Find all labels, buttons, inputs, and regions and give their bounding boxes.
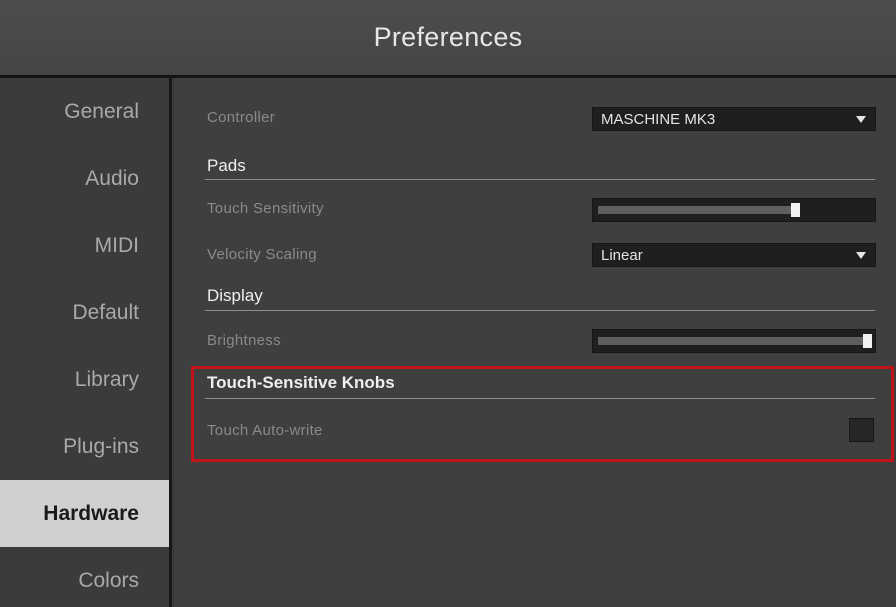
slider-fill — [598, 337, 863, 345]
touch-auto-write-checkbox[interactable] — [849, 418, 874, 442]
brightness-slider[interactable] — [592, 329, 876, 353]
sidebar-item-midi[interactable]: MIDI — [0, 212, 169, 279]
preferences-window: Preferences General Audio MIDI Default L… — [0, 0, 896, 607]
hardware-settings-panel: Controller MASCHINE MK3 Pads Touch Sensi… — [175, 78, 896, 607]
sidebar-item-audio[interactable]: Audio — [0, 145, 169, 212]
touch-auto-write-label: Touch Auto-write — [207, 422, 323, 439]
sidebar-item-colors[interactable]: Colors — [0, 547, 169, 607]
sidebar-item-general[interactable]: General — [0, 78, 169, 145]
velocity-scaling-dropdown-value: Linear — [601, 246, 643, 264]
touch-knobs-section-divider — [205, 398, 875, 399]
brightness-label: Brightness — [207, 332, 281, 349]
dropdown-arrow-icon — [856, 252, 866, 259]
velocity-scaling-label: Velocity Scaling — [207, 246, 317, 263]
sidebar-item-default[interactable]: Default — [0, 279, 169, 346]
slider-fill — [598, 206, 791, 214]
controller-label: Controller — [207, 109, 276, 126]
pads-section-title: Pads — [207, 156, 246, 175]
velocity-scaling-dropdown[interactable]: Linear — [592, 243, 876, 267]
controller-dropdown[interactable]: MASCHINE MK3 — [592, 107, 876, 131]
display-section-title: Display — [207, 286, 263, 305]
sidebar-item-plug-ins[interactable]: Plug-ins — [0, 413, 169, 480]
pads-section-divider — [205, 179, 875, 180]
touch-sensitivity-label: Touch Sensitivity — [207, 200, 324, 217]
title-bar: Preferences — [0, 0, 896, 78]
window-title: Preferences — [373, 22, 523, 52]
slider-handle[interactable] — [791, 203, 800, 217]
sidebar-item-hardware[interactable]: Hardware — [0, 480, 169, 547]
dropdown-arrow-icon — [856, 116, 866, 123]
preferences-sidebar: General Audio MIDI Default Library Plug-… — [0, 78, 172, 607]
slider-handle[interactable] — [863, 334, 872, 348]
touch-sensitive-knobs-section-title: Touch-Sensitive Knobs — [207, 373, 395, 392]
touch-sensitivity-slider[interactable] — [592, 198, 876, 222]
sidebar-item-library[interactable]: Library — [0, 346, 169, 413]
controller-dropdown-value: MASCHINE MK3 — [601, 110, 716, 128]
display-section-divider — [205, 310, 875, 311]
